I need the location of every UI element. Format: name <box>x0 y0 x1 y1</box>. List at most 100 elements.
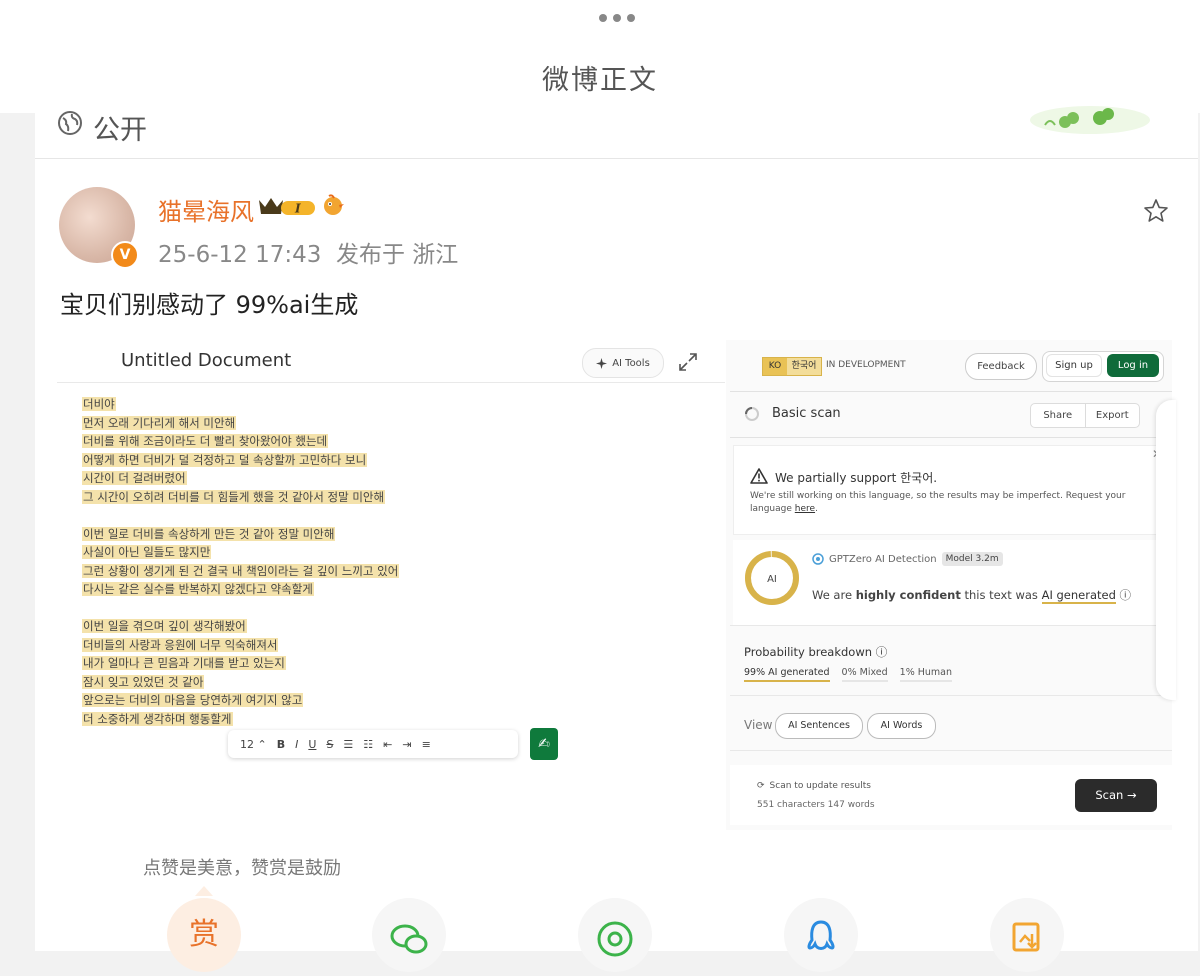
numbered-list-icon[interactable]: ☰ <box>343 738 353 751</box>
qq-icon <box>807 920 835 950</box>
ai-generated-verdict: AI generated <box>1041 588 1116 604</box>
scan-button[interactable]: Scan → <box>1075 779 1157 812</box>
document-line: 더비들의 사랑과 응원에 너무 익숙해져서 <box>82 637 279 652</box>
document-line: 시간이 더 걸려버렸어 <box>82 471 187 485</box>
wechat-share-button[interactable] <box>372 898 446 972</box>
document-line: 내가 얼마나 큰 믿음과 기대를 받고 있는지 <box>82 656 286 670</box>
export-button[interactable]: Export <box>1084 404 1140 427</box>
character-count: 551 characters 147 words <box>757 800 875 810</box>
outdent-icon[interactable]: ⇤ <box>383 738 392 751</box>
document-line: 다시는 같은 실수를 반복하지 않겠다고 약속할게 <box>82 582 314 596</box>
document-line: 이번 일을 겪으며 깊이 생각해봤어 <box>82 619 247 633</box>
document-line: 어떻게 하면 더비가 덜 걱정하고 덜 속상할까 고민하다 보니 <box>82 452 368 467</box>
document-line: 더 소중하게 생각하며 행동할게 <box>82 711 233 726</box>
feedback-button[interactable]: Feedback <box>965 353 1037 380</box>
ai-sentences-button[interactable]: AI Sentences <box>775 713 863 739</box>
bird-badge-icon <box>324 194 344 215</box>
prob-human: 1% Human <box>899 667 953 682</box>
divider <box>730 391 1172 392</box>
warning-icon <box>750 468 768 484</box>
bullet-list-icon[interactable]: ☷ <box>363 738 373 751</box>
divider <box>730 695 1172 696</box>
save-image-icon <box>1012 922 1040 952</box>
reward-button[interactable]: 赏 <box>167 898 241 972</box>
align-icon[interactable]: ≡ <box>422 738 431 751</box>
moments-share-button[interactable] <box>578 898 652 972</box>
divider <box>730 625 1172 626</box>
document-line: 더비야 <box>82 397 116 411</box>
language-badge: KO 한국어 <box>762 357 822 376</box>
strikethrough-button[interactable]: S <box>326 738 333 751</box>
format-toolbar: 12 ⌃ B I U S ☰ ☷ ⇤ ⇥ ≡ <box>228 730 518 758</box>
info-icon[interactable]: ⓘ <box>1120 588 1132 602</box>
post-meta: 25-6-12 17:43 发布于 浙江 <box>158 235 458 269</box>
ai-tools-button[interactable]: AI Tools <box>582 348 664 378</box>
request-language-link[interactable]: here <box>795 504 815 514</box>
grammar-check-icon[interactable]: ✍ <box>530 728 558 760</box>
underline-button[interactable]: U <box>308 738 316 751</box>
post-body: 宝贝们别感动了 99%ai生成 <box>60 291 359 319</box>
document-line: 이번 일로 더비를 속상하게 만든 것 같아 정말 미안해 <box>82 526 336 541</box>
probability-title: Probability breakdown ⓘ <box>744 645 888 659</box>
page-title: 微博正文 <box>542 65 658 96</box>
prob-mixed: 0% Mixed <box>841 667 888 682</box>
share-button[interactable]: Share <box>1031 404 1085 427</box>
visibility-label: 公开 <box>93 115 147 146</box>
sign-up-button[interactable]: Sign up <box>1046 354 1102 377</box>
side-drawer-handle[interactable] <box>1156 400 1176 700</box>
document-divider <box>57 382 725 383</box>
refresh-icon: ⟳ <box>757 781 765 791</box>
bold-button[interactable]: B <box>277 738 285 751</box>
detector-name: GPTZero AI Detection <box>829 553 937 565</box>
like-prompt: 点赞是美意，赞赏是鼓励 <box>143 858 341 879</box>
warning-body: We're still working on this language, so… <box>750 491 1126 514</box>
post-timestamp: 25-6-12 17:43 <box>158 242 322 268</box>
info-icon[interactable]: ⓘ <box>876 645 888 659</box>
qq-share-button[interactable] <box>784 898 858 972</box>
document-line <box>82 506 642 525</box>
vip-crown-icon: I <box>259 198 315 216</box>
scan-update-hint: ⟳ Scan to update results <box>757 781 871 791</box>
document-title: Untitled Document <box>121 350 292 371</box>
dev-status: IN DEVELOPMENT <box>826 360 906 370</box>
scan-title: Basic scan <box>772 406 841 421</box>
document-line: 그런 상황이 생기게 된 건 결국 내 책임이라는 걸 깊이 느끼고 있어 <box>82 563 400 578</box>
ring-label: AI <box>767 574 777 585</box>
wechat-icon <box>390 924 428 954</box>
view-label: View <box>744 718 773 732</box>
save-image-button[interactable] <box>990 898 1064 972</box>
divider <box>730 437 1172 438</box>
loading-spinner-icon <box>745 407 759 421</box>
italic-button[interactable]: I <box>295 738 298 751</box>
clover-decoration-icon <box>1030 106 1150 134</box>
confidence-line: We are highly confident this text was AI… <box>812 588 1132 604</box>
document-line: 앞으로는 더비의 마음을 당연하게 여기지 않고 <box>82 693 304 707</box>
log-in-button[interactable]: Log in <box>1107 354 1159 377</box>
detector-header: GPTZero AI Detection Model 3.2m <box>812 552 1003 566</box>
document-line <box>82 599 642 618</box>
indent-icon[interactable]: ⇥ <box>402 738 411 751</box>
probability-breakdown: 99% AI generated 0% Mixed 1% Human <box>744 667 953 682</box>
divider <box>730 750 1172 751</box>
font-size-select[interactable]: 12 ⌃ <box>240 738 267 751</box>
globe-icon <box>58 111 82 135</box>
expand-icon[interactable] <box>676 350 700 374</box>
gptzero-logo-icon <box>812 553 824 565</box>
prob-ai: 99% AI generated <box>744 667 830 682</box>
document-body: 더비야 먼저 오래 기다리게 해서 미안해 더비를 위해 조금이라도 더 빨리 … <box>82 395 642 728</box>
document-line: 그 시간이 오히려 더비를 더 힘들게 했을 것 같아서 정말 미안해 <box>82 489 386 504</box>
username[interactable]: 猫晕海风 <box>158 192 254 227</box>
model-badge: Model 3.2m <box>941 552 1003 566</box>
verified-badge: V <box>111 241 139 269</box>
moments-icon <box>597 921 633 957</box>
tooltip-caret <box>195 886 213 896</box>
sparkle-icon <box>596 357 608 369</box>
more-icon[interactable] <box>599 14 635 22</box>
ai-words-button[interactable]: AI Words <box>867 713 936 739</box>
favorite-star-icon[interactable] <box>1142 197 1170 225</box>
document-line: 잠시 잊고 있었던 것 같아 <box>82 674 205 689</box>
document-line: 사실이 아닌 일들도 많지만 <box>82 545 212 559</box>
warning-title: We partially support 한국어. <box>775 471 938 485</box>
vip-level: I <box>294 202 301 216</box>
document-line: 먼저 오래 기다리게 해서 미안해 <box>82 415 237 430</box>
